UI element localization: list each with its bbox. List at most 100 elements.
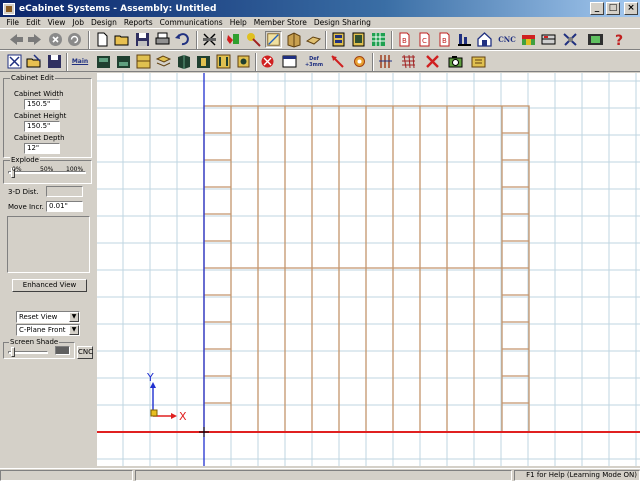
minimize-button[interactable]: _ — [590, 2, 604, 15]
menu-job[interactable]: Job — [69, 18, 88, 27]
cabinet-height-input[interactable]: 150.5" — [24, 121, 60, 132]
settings-icon[interactable] — [562, 31, 579, 48]
menu-bar: File Edit View Job Design Reports Commun… — [0, 17, 640, 28]
save-icon[interactable] — [134, 31, 151, 48]
menu-member-store[interactable]: Member Store — [250, 18, 310, 27]
paint-icon[interactable] — [225, 31, 242, 48]
cplane-value: C-Plane Front — [19, 326, 66, 334]
axis-y-label: Y — [146, 371, 154, 384]
stop-icon[interactable] — [47, 31, 64, 48]
default-toolbar-label: Def +3mm — [304, 55, 324, 68]
screen-shade-slider-thumb[interactable] — [11, 347, 15, 357]
cnc-button[interactable]: CNC — [77, 346, 93, 359]
chevron-down-icon[interactable]: ▼ — [69, 325, 79, 335]
canvas-drawing[interactable]: YX — [97, 73, 640, 466]
home-icon[interactable] — [476, 31, 493, 48]
status-pane-left — [0, 470, 133, 481]
color-picker-icon[interactable] — [245, 31, 262, 48]
delete-icon[interactable] — [424, 53, 441, 70]
open-folder-icon[interactable] — [114, 31, 131, 48]
enhanced-view-button[interactable]: Enhanced View — [12, 279, 87, 292]
svg-text:B: B — [442, 37, 447, 45]
undo-icon[interactable] — [174, 31, 191, 48]
dist-3d-label: 3-D Dist. — [8, 188, 39, 196]
menu-view[interactable]: View — [44, 18, 69, 27]
cnc-icon[interactable]: CNC — [497, 31, 517, 48]
design-canvas[interactable]: YX — [97, 73, 640, 466]
report-icon[interactable]: B — [396, 31, 413, 48]
grid-tool-icon[interactable] — [370, 31, 387, 48]
report-b-icon[interactable]: B — [436, 31, 453, 48]
main-toolbar: B C B CNC ? — [0, 28, 640, 50]
cplane-select[interactable]: C-Plane Front ▼ — [16, 324, 80, 336]
cut-icon[interactable] — [201, 31, 218, 48]
menu-design[interactable]: Design — [87, 18, 120, 27]
back-arrow-icon[interactable] — [8, 31, 25, 48]
cabinet-depth-input[interactable]: 12" — [24, 143, 60, 154]
film-icon[interactable] — [587, 31, 604, 48]
new-file-icon[interactable] — [94, 31, 111, 48]
maximize-button[interactable]: □ — [606, 2, 620, 15]
draw-icon[interactable] — [265, 31, 282, 48]
menu-file[interactable]: File — [3, 18, 23, 27]
menu-edit[interactable]: Edit — [23, 18, 45, 27]
assembly-list-icon[interactable] — [330, 31, 347, 48]
materials-icon[interactable] — [540, 31, 557, 48]
cabinet-face-icon[interactable] — [115, 53, 132, 70]
shelf-icon[interactable] — [195, 53, 212, 70]
cnc-toolbar-label: CNC — [498, 35, 516, 44]
save-cabinet-icon[interactable] — [46, 53, 63, 70]
origin-crosshair — [199, 427, 209, 437]
chevron-down-icon[interactable]: ▼ — [69, 312, 79, 322]
help-icon[interactable]: ? — [611, 31, 628, 48]
main-icon[interactable]: Main — [70, 53, 90, 70]
default-icon[interactable]: Def +3mm — [304, 53, 324, 70]
template-icon[interactable] — [470, 53, 487, 70]
tools-icon[interactable] — [456, 31, 473, 48]
menu-communications[interactable]: Communications — [156, 18, 226, 27]
grid-icon[interactable] — [400, 53, 417, 70]
panel-tool-icon[interactable] — [175, 53, 192, 70]
align-icon[interactable] — [377, 53, 394, 70]
preview-box — [7, 216, 90, 273]
status-help-text: F1 for Help (Learning Mode ON) — [514, 470, 640, 481]
title-bar: eCabinet Systems - Assembly: Untitled _ … — [0, 0, 640, 17]
forward-arrow-icon[interactable] — [26, 31, 43, 48]
menu-help[interactable]: Help — [226, 18, 250, 27]
print-icon[interactable] — [154, 31, 171, 48]
status-bar: F1 for Help (Learning Mode ON) — [0, 468, 640, 481]
camera-icon[interactable] — [447, 53, 464, 70]
hardware-icon[interactable] — [215, 53, 232, 70]
reset-view-select[interactable]: Reset View ▼ — [16, 311, 80, 323]
close-button[interactable]: × — [624, 2, 638, 15]
menu-reports[interactable]: Reports — [120, 18, 156, 27]
cabinet-icon[interactable] — [285, 31, 302, 48]
cabinet-box-icon[interactable] — [95, 53, 112, 70]
shade-swatch — [55, 346, 70, 355]
move-incr-input[interactable]: 0.01" — [46, 201, 83, 212]
axis-indicator-x-arrow — [171, 413, 177, 419]
appliance-icon[interactable] — [259, 53, 276, 70]
report-c-icon[interactable]: C — [416, 31, 433, 48]
menu-design-sharing[interactable]: Design Sharing — [310, 18, 374, 27]
cabinet-door-icon[interactable] — [135, 53, 152, 70]
open-cabinet-icon[interactable] — [26, 53, 43, 70]
left-panel: Cabinet Edit Cabinet Width 150.5" Cabine… — [0, 73, 95, 468]
close-cabinet-icon[interactable] — [6, 53, 23, 70]
svg-text:C: C — [422, 37, 427, 45]
panel-icon[interactable] — [305, 31, 322, 48]
parts-list-icon[interactable] — [350, 31, 367, 48]
rotate-icon[interactable] — [351, 53, 368, 70]
clamp-icon[interactable] — [235, 53, 252, 70]
axis-origin-box — [150, 409, 158, 417]
cabinet-width-input[interactable]: 150.5" — [24, 99, 60, 110]
explode-tick-100: 100% — [66, 166, 84, 173]
shop-icon[interactable] — [520, 31, 537, 48]
drawer-icon[interactable] — [155, 53, 172, 70]
screen-shade-title: Screen Shade — [9, 338, 60, 346]
table-icon[interactable] — [281, 53, 298, 70]
dist-3d-input[interactable] — [46, 186, 83, 197]
refresh-icon[interactable] — [66, 31, 83, 48]
move-icon[interactable] — [329, 53, 346, 70]
window-title: eCabinet Systems - Assembly: Untitled — [19, 3, 217, 14]
